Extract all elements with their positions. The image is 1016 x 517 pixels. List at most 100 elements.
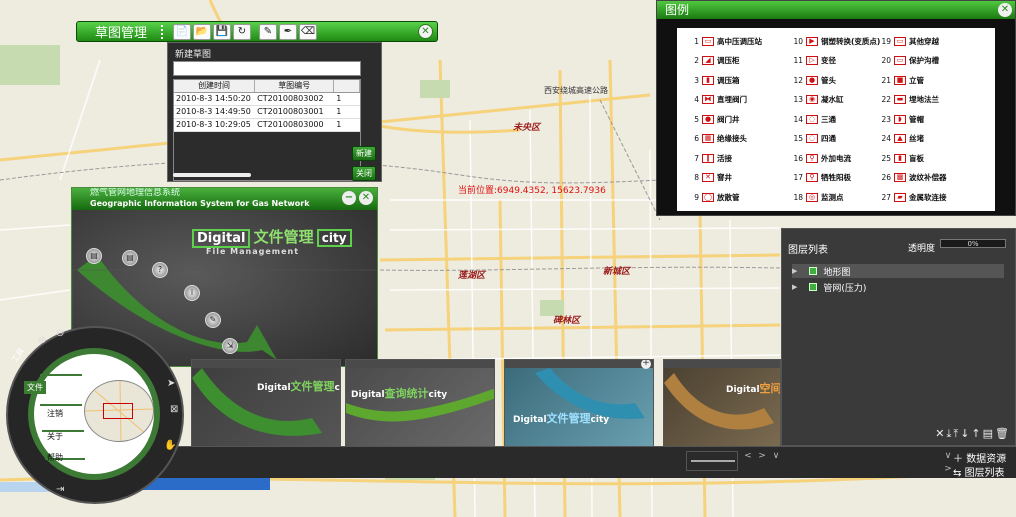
layer-list-button[interactable]: ⇆ 图层列表 [953, 464, 1005, 479]
legend-symbol-icon: ◉ [806, 95, 818, 104]
layer-item[interactable]: ▶ 管网(压力) [792, 280, 1004, 294]
layer-item[interactable]: ▶ 地形图 [792, 264, 1004, 278]
refresh-button[interactable]: ↻ [233, 23, 251, 40]
legend-panel: 图例 ✕ 1 ▭ 高中压调压站 2 ◢ 调压柜 3 ▮ 调压箱 4 ⧓ 直埋阀门 5 ● 阀门井 6 ▦ 绝缘接头… [656, 0, 1016, 216]
legend-symbol-icon: ▭ [894, 56, 906, 65]
new-button[interactable]: 新建 [352, 146, 376, 161]
bottom-bar: < > ∨ ∨ > ＋ 数据资源 ⇆ 图层列表 [130, 446, 1016, 479]
legend-symbol-icon: ● [702, 114, 714, 124]
legend-item: 7 ‖ 活接 [694, 153, 732, 163]
table-row[interactable]: 2010-8-3 14:49:50 CT20100803001 1 [174, 106, 360, 119]
layer-checkbox[interactable] [809, 283, 818, 291]
pen-button[interactable]: ✎ [259, 23, 277, 40]
export-icon[interactable]: ⇲ [222, 338, 238, 354]
document-icon[interactable]: ▤ [122, 250, 138, 266]
open-folder-button[interactable]: 📂 [193, 23, 211, 40]
legend-item: 10 ▶ 钢塑转换(变质点) [793, 36, 881, 46]
legend-symbol-icon: ▮ [702, 75, 714, 85]
legend-item: 21 ■ 立管 [881, 75, 924, 85]
delete-icon[interactable]: 🗑 [995, 427, 1011, 440]
move-down-icon[interactable]: ↓ [960, 427, 971, 440]
document-icon[interactable]: ▤ [86, 248, 102, 264]
edit-icon[interactable]: ✎ [205, 312, 221, 328]
close-icon[interactable]: ✕ [359, 191, 373, 205]
transparency-slider[interactable]: 0% [940, 239, 1006, 248]
legend-symbol-icon: ◌ [806, 134, 818, 143]
brush-button[interactable]: ✒ [279, 23, 297, 40]
legend-item: 2 ◢ 调压柜 [694, 56, 740, 65]
table-row[interactable]: 2010-8-3 10:29:05 CT20100803000 1 [174, 119, 360, 132]
legend-item: 15 ◌ 四通 [793, 134, 836, 143]
drag-grip-icon[interactable] [161, 24, 167, 39]
gis-title-cn: 燃气管网地理信息系统 [90, 188, 181, 198]
zoom-in-icon[interactable]: ⊕ [38, 335, 46, 346]
transparency-label: 透明度 [908, 244, 936, 254]
overview-extent[interactable] [103, 403, 133, 419]
module-thumbnail-spatial[interactable]: Digital空间分析city [663, 359, 781, 447]
legend-symbol-icon: ▲ [894, 134, 906, 143]
legend-symbol-icon: ▷ [806, 56, 818, 65]
minimize-icon[interactable]: − [342, 191, 356, 205]
map-label-lianhu: 莲湖区 [458, 271, 486, 281]
info-icon[interactable]: i [184, 285, 200, 301]
zoom-out-icon[interactable]: ⊖ [56, 328, 64, 339]
expand-icon[interactable]: ▶ [792, 283, 797, 291]
column-header-id[interactable]: 草图编号 [255, 80, 335, 92]
legend-item: 16 ⚲ 外加电流 [793, 153, 851, 163]
pointer-icon[interactable]: ➤ [167, 378, 175, 389]
prev-icon[interactable]: < [742, 451, 754, 463]
legend-item: 22 ▬ 埋地法兰 [881, 95, 939, 104]
sketch-name-input[interactable] [173, 61, 361, 76]
legend-symbol-icon: ● [806, 75, 818, 85]
table-row[interactable]: 2010-8-3 14:50:20 CT20100803002 1 [174, 93, 360, 106]
gis-title-en: Geographic Information System for Gas Ne… [90, 199, 310, 208]
file-menu-label[interactable]: 文件 [24, 381, 46, 394]
eraser-button[interactable]: ⌫ [299, 23, 317, 40]
collapse-down-icon[interactable]: ∨ [770, 451, 782, 463]
close-icon[interactable]: ✕ [998, 3, 1012, 17]
menu-item-help[interactable]: 帮助 [47, 452, 63, 463]
expand-icon[interactable]: ▶ [792, 267, 797, 275]
legend-symbol-icon: ▰ [894, 192, 906, 202]
coordinate-readout: 当前位置:6949.4352, 15623.7936 [458, 186, 606, 196]
legend-symbol-icon: ✕ [702, 173, 714, 182]
fullextent-icon[interactable]: ⊠ [170, 404, 178, 415]
legend-item: 13 ◉ 凝水缸 [793, 95, 844, 104]
legend-symbol-icon: ◎ [806, 192, 818, 202]
legend-item: 11 ▷ 变径 [793, 56, 836, 65]
legend-symbol-icon: ◢ [702, 56, 714, 65]
layer-checkbox[interactable] [809, 267, 818, 275]
module-thumbnail-file[interactable]: Digital文件管理city [191, 359, 341, 447]
legend-item: 9 ◯ 放散管 [694, 192, 740, 202]
horizontal-scrollbar[interactable] [173, 173, 251, 177]
exit-icon[interactable]: ⇥ [56, 484, 64, 495]
module-thumbnail-query[interactable]: Digital查询统计city [345, 359, 495, 447]
legend-item: 3 ▮ 调压箱 [694, 75, 740, 85]
close-icon[interactable]: ✕ [418, 24, 433, 39]
column-header-time[interactable]: 创建时间 [174, 80, 256, 92]
gis-heading: Digital 文件管理 city File Management [192, 226, 352, 256]
close-button[interactable]: 关闭 [352, 166, 376, 181]
overview-map[interactable] [84, 380, 154, 442]
legend-symbol-icon: ◌ [806, 114, 818, 124]
menu-item-logout[interactable]: 注销 [47, 408, 63, 419]
menu-item-about[interactable]: 关于 [47, 431, 63, 442]
legend-item: 19 ▭ 其他穿越 [881, 36, 939, 46]
module-thumbnail-manage[interactable]: + Digital文件管理city [504, 359, 654, 447]
thumbnail-slider[interactable] [686, 451, 738, 471]
pan-icon[interactable]: ✋ [164, 440, 176, 451]
new-doc-button[interactable]: 📄 [173, 23, 191, 40]
legend-symbol-icon: ‖ [702, 153, 714, 163]
sketch-panel: 新建草图 创建时间 草图编号 2010-8-3 14:50:20 CT20100… [167, 42, 382, 182]
gis-window-header[interactable]: 燃气管网地理信息系统 Geographic Information System… [72, 188, 377, 210]
legend-item: 17 ⚲ 牺牲阳极 [793, 173, 851, 182]
next-icon[interactable]: > [756, 451, 768, 463]
data-resource-button[interactable]: ＋ 数据资源 [953, 450, 1006, 465]
legend-symbol-icon: ▦ [702, 134, 714, 143]
legend-item: 14 ◌ 三通 [793, 114, 836, 124]
move-up-icon[interactable]: ↑ [971, 427, 982, 440]
help-icon[interactable]: ? [152, 262, 168, 278]
properties-icon[interactable]: ▤ [983, 427, 995, 440]
save-button[interactable]: 💾 [213, 23, 231, 40]
collapse-icon[interactable]: ✕ [935, 427, 946, 440]
